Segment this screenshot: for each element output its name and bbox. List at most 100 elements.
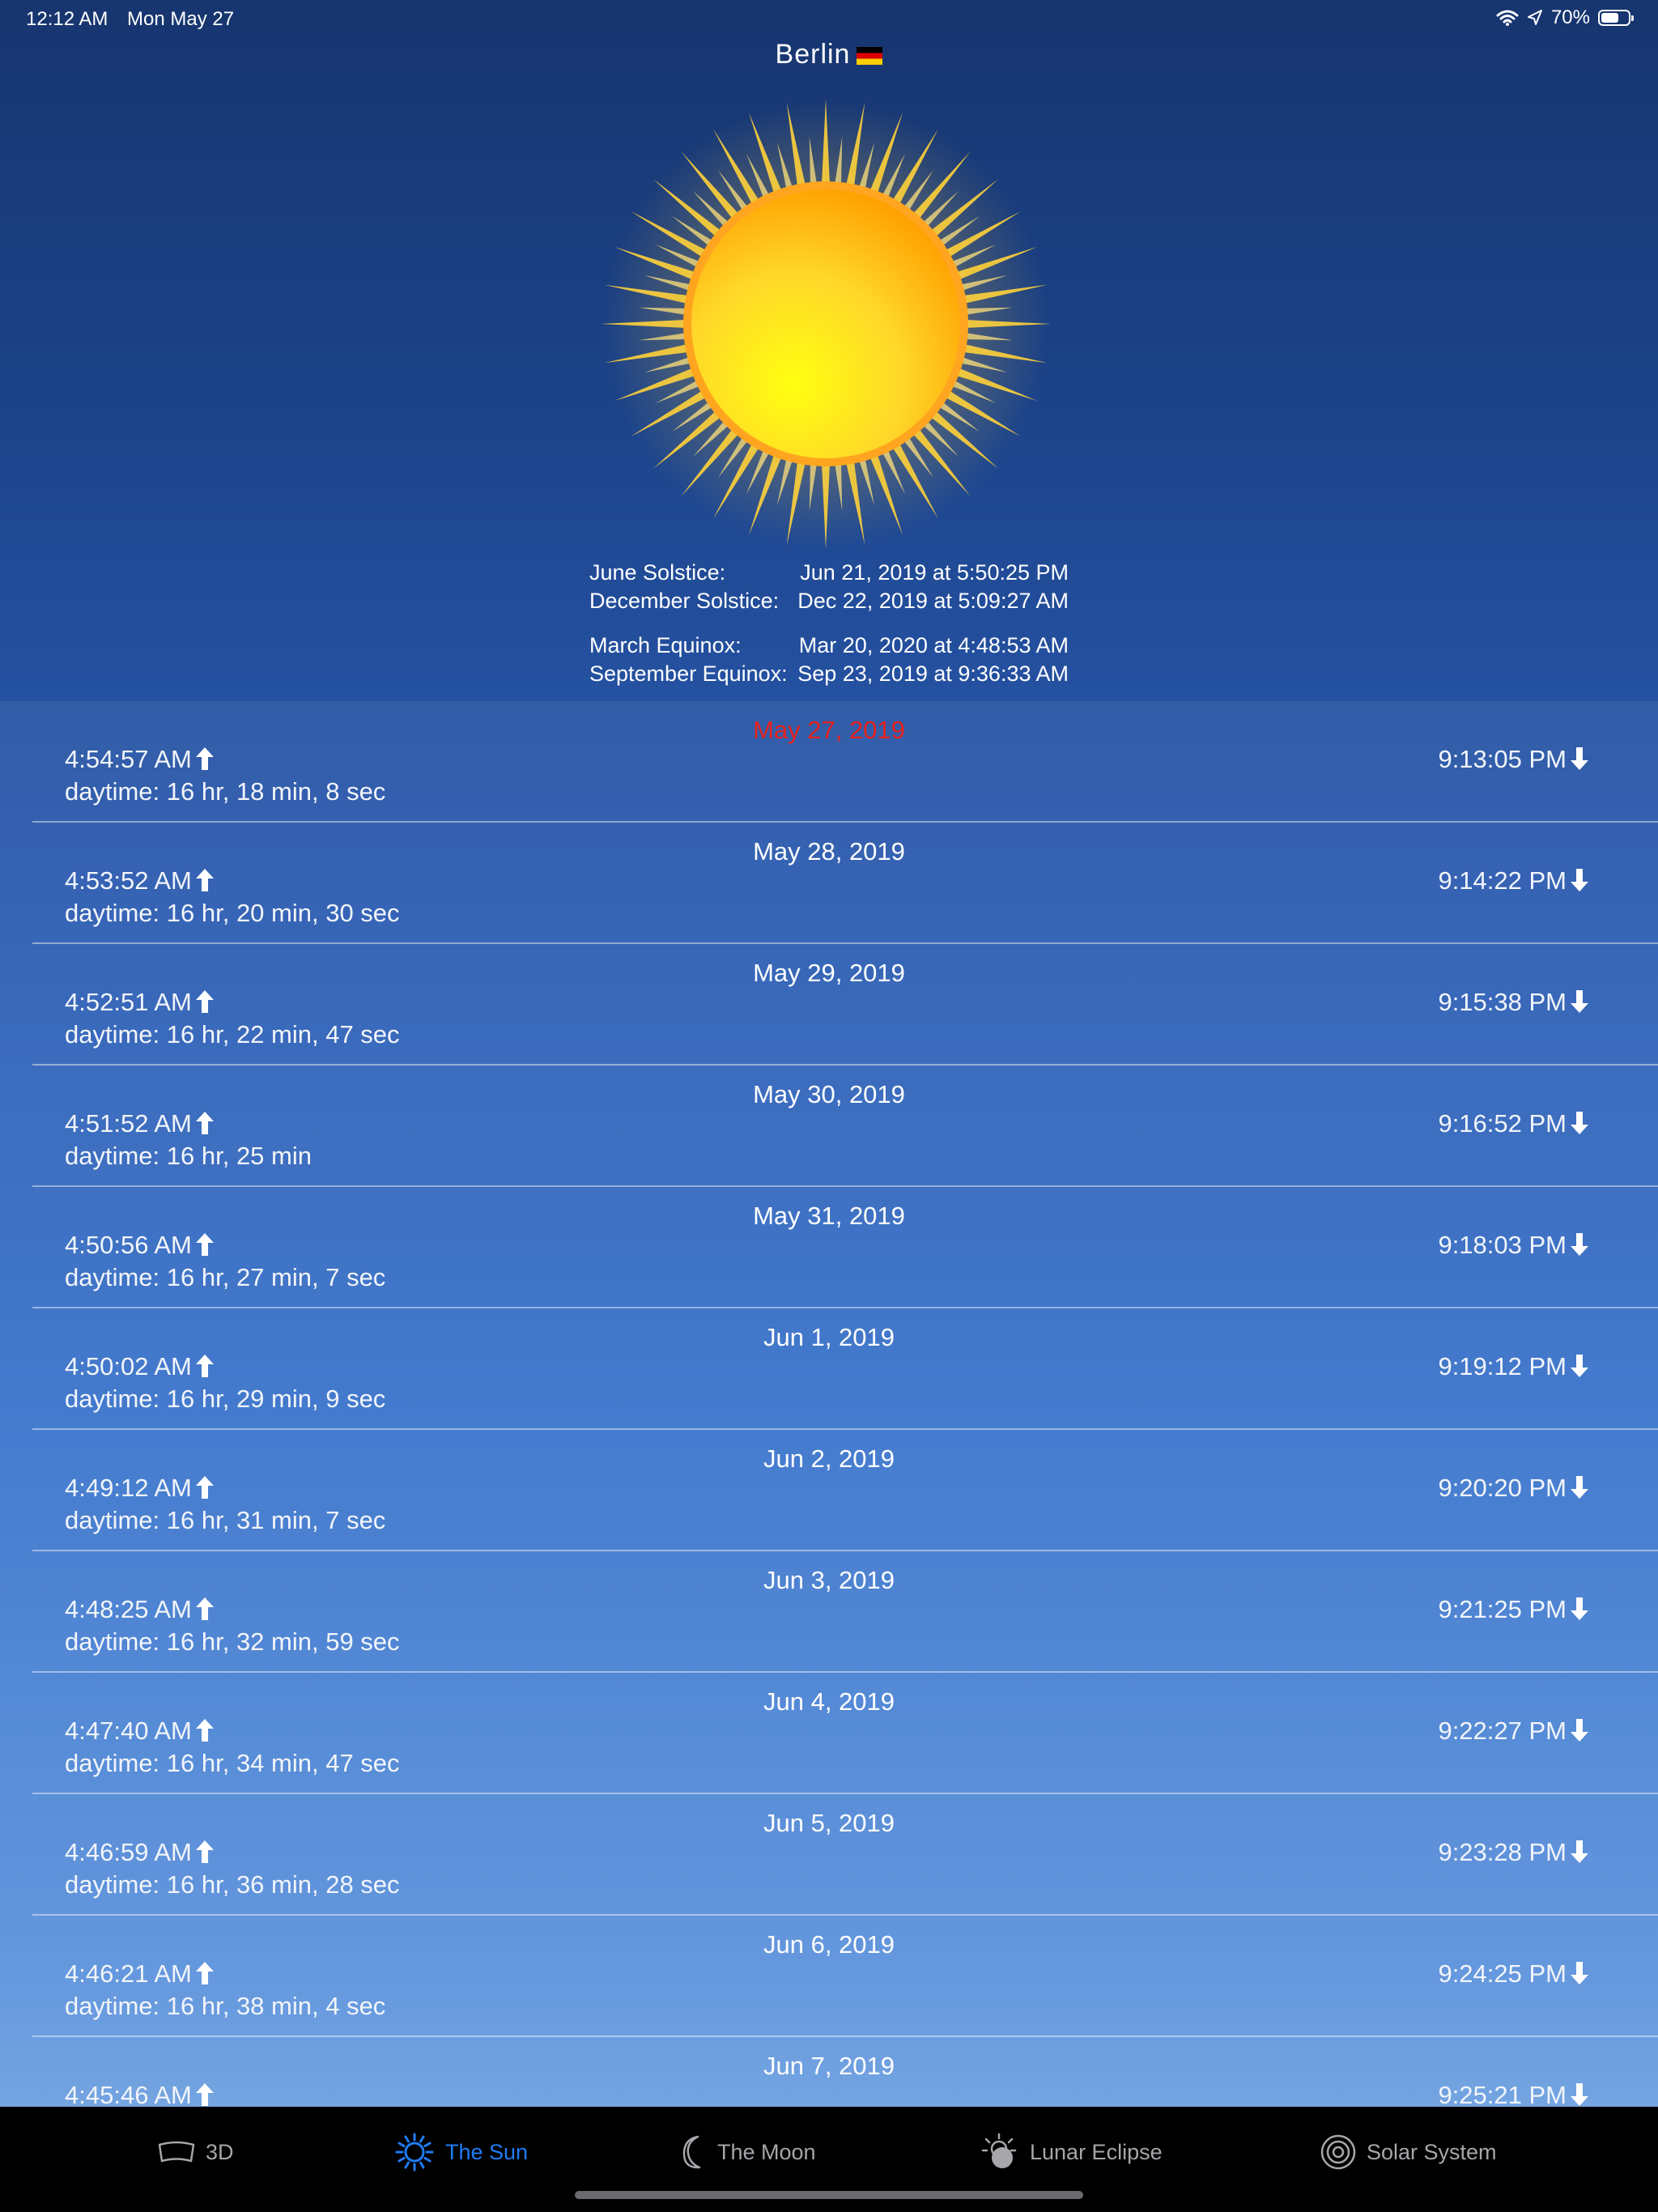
sunrise-time: 4:48:25 AM [65,1595,215,1624]
event-row: March Equinox: Mar 20, 2020 at 4:48:53 AM [589,632,1069,660]
seasons-table: June Solstice: Jun 21, 2019 at 5:50:25 PM… [589,559,1069,688]
daytime-length: daytime: 16 hr, 18 min, 8 sec [65,777,386,806]
sun-illustration [601,99,1051,549]
sunrise-time: 4:54:57 AM [65,745,215,774]
sunrise-arrow-icon [195,1355,214,1377]
sunset-value: 9:19:12 PM [1438,1352,1567,1380]
sunrise-time: 4:50:02 AM [65,1352,215,1381]
day-row[interactable]: Jun 6, 2019 4:46:21 AM daytime: 16 hr, 38 … [0,1916,1658,2037]
tab-3d[interactable]: 3D [157,2133,234,2172]
page-title[interactable]: Berlin [0,39,1658,70]
sunset-arrow-icon [1571,2083,1588,2106]
city-name: Berlin [775,39,851,70]
event-label: December Solstice: [589,589,780,613]
daytime-length: daytime: 16 hr, 34 min, 47 sec [65,1749,400,1777]
sunrise-value: 4:54:57 AM [65,745,192,773]
tab-the-sun[interactable]: The Sun [393,2133,528,2172]
day-row[interactable]: May 29, 2019 4:52:51 AM daytime: 16 hr, 22… [0,944,1658,1066]
sunrise-arrow-icon [195,1476,214,1499]
sunset-arrow-icon [1571,1597,1588,1620]
daytime-length: daytime: 16 hr, 38 min, 4 sec [65,1992,386,2020]
sunrise-arrow-icon [195,1840,214,1863]
sunset-time: 9:15:38 PM [1438,988,1589,1017]
sunset-time: 9:23:28 PM [1438,1838,1589,1867]
day-date: Jun 3, 2019 [763,1566,895,1594]
day-row[interactable]: May 31, 2019 4:50:56 AM daytime: 16 hr, 27… [0,1187,1658,1308]
sunrise-arrow-icon [195,2083,214,2106]
tab-solar-system[interactable]: Solar System [1320,2133,1497,2172]
day-row[interactable]: Jun 3, 2019 4:48:25 AM daytime: 16 hr, 32 … [0,1551,1658,1673]
sunrise-value: 4:53:52 AM [65,866,192,895]
daytime-length: daytime: 16 hr, 36 min, 28 sec [65,1870,400,1899]
day-date: Jun 6, 2019 [763,1930,895,1959]
sunset-value: 9:13:05 PM [1438,745,1567,773]
3d-view-icon [158,2141,195,2163]
sunrise-time: 4:53:52 AM [65,866,215,895]
sunset-time: 9:25:21 PM [1438,2081,1589,2107]
sunrise-value: 4:49:12 AM [65,1474,192,1502]
sunrise-arrow-icon [195,869,214,891]
day-row[interactable]: Jun 1, 2019 4:50:02 AM daytime: 16 hr, 29 … [0,1308,1658,1430]
daytime-length: daytime: 16 hr, 27 min, 7 sec [65,1263,386,1291]
sunset-arrow-icon [1571,1840,1588,1863]
status-date: Mon May 27 [127,8,235,30]
sunset-arrow-icon [1571,1962,1588,1984]
sunset-time: 9:22:27 PM [1438,1716,1589,1746]
sunset-value: 9:20:20 PM [1438,1474,1567,1502]
home-indicator[interactable] [575,2191,1083,2199]
day-date: Jun 5, 2019 [763,1809,895,1837]
event-value: Sep 23, 2019 at 9:36:33 AM [797,661,1069,686]
event-row: September Equinox: Sep 23, 2019 at 9:36:3… [589,660,1069,688]
sunrise-value: 4:46:59 AM [65,1838,192,1866]
sunset-time: 9:13:05 PM [1438,745,1589,774]
sunset-time: 9:20:20 PM [1438,1474,1589,1503]
sunrise-arrow-icon [195,1962,214,1984]
solar-system-icon [1320,2134,1356,2170]
sunset-value: 9:16:52 PM [1438,1109,1567,1138]
sunrise-arrow-icon [195,1233,214,1256]
sun-icon [395,2133,434,2172]
day-row[interactable]: Jun 2, 2019 4:49:12 AM daytime: 16 hr, 31 … [0,1430,1658,1551]
sunset-time: 9:18:03 PM [1438,1231,1589,1260]
germany-flag-icon [857,47,883,66]
day-date: Jun 7, 2019 [763,2052,895,2080]
day-row[interactable]: May 27, 2019 4:54:57 AM daytime: 16 hr, 18… [0,701,1658,823]
daytime-length: daytime: 16 hr, 29 min, 9 sec [65,1385,386,1413]
moon-icon [682,2135,701,2169]
daytime-length: daytime: 16 hr, 25 min [65,1142,312,1170]
sunrise-value: 4:50:02 AM [65,1352,192,1380]
sunset-value: 9:21:25 PM [1438,1595,1567,1623]
battery-icon [1598,10,1634,26]
status-time: 12:12 AM [26,8,108,30]
wifi-icon [1496,10,1519,26]
sunrise-time: 4:45:46 AM [65,2081,215,2107]
tab-the-moon[interactable]: The Moon [682,2133,816,2172]
daytime-length: daytime: 16 hr, 31 min, 7 sec [65,1506,386,1534]
sunrise-value: 4:52:51 AM [65,988,192,1016]
status-right: 70% [1496,6,1634,29]
sunset-time: 9:19:12 PM [1438,1352,1589,1381]
day-row[interactable]: Jun 5, 2019 4:46:59 AM daytime: 16 hr, 36 … [0,1794,1658,1916]
sunrise-arrow-icon [195,1112,214,1134]
sunrise-arrow-icon [195,1719,214,1742]
sunset-arrow-icon [1571,1112,1588,1134]
sunset-arrow-icon [1571,747,1588,770]
sunrise-value: 4:45:46 AM [65,2081,192,2107]
sunset-time: 9:24:25 PM [1438,1959,1589,1989]
sunset-value: 9:22:27 PM [1438,1716,1567,1745]
day-row[interactable]: May 30, 2019 4:51:52 AM daytime: 16 hr, 25… [0,1066,1658,1187]
sunset-arrow-icon [1571,1355,1588,1377]
sunrise-value: 4:51:52 AM [65,1109,192,1138]
tab-lunar-eclipse[interactable]: Lunar Eclipse [978,2133,1163,2172]
sunrise-time: 4:46:21 AM [65,1959,215,1989]
day-row[interactable]: May 28, 2019 4:53:52 AM daytime: 16 hr, 20… [0,823,1658,944]
day-date: Jun 2, 2019 [763,1444,895,1473]
sunset-time: 9:14:22 PM [1438,866,1589,895]
sunrise-arrow-icon [195,747,214,770]
day-row[interactable]: Jun 7, 2019 4:45:46 AM 9:25:21 PM [0,2037,1658,2107]
sunset-time: 9:16:52 PM [1438,1109,1589,1138]
day-row[interactable]: Jun 4, 2019 4:47:40 AM daytime: 16 hr, 34 … [0,1673,1658,1794]
tab-label: The Moon [717,2139,816,2164]
day-date: May 29, 2019 [753,959,905,987]
sunrise-sunset-list[interactable]: May 27, 2019 4:54:57 AM daytime: 16 hr, 18… [0,701,1658,2107]
